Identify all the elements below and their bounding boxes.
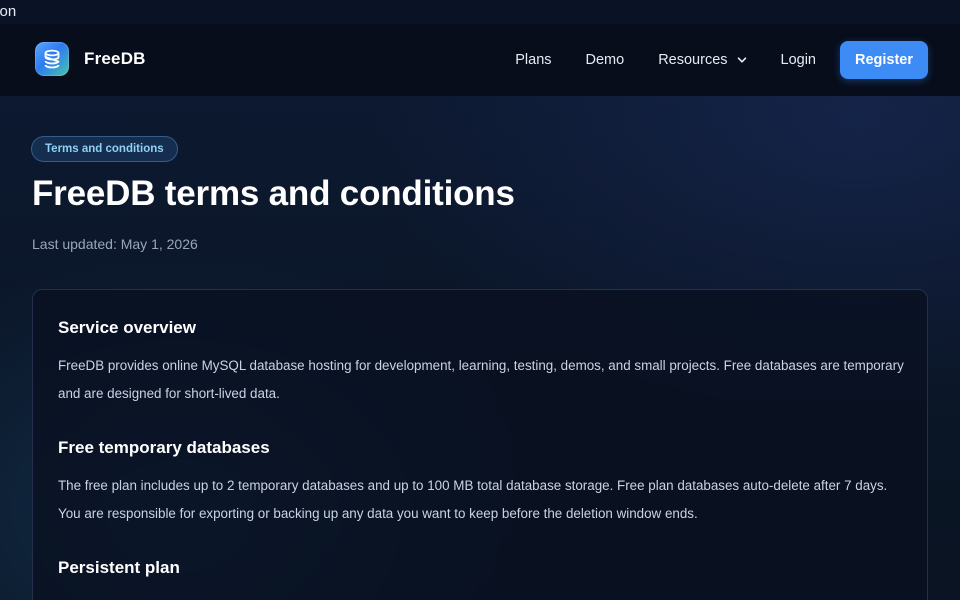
register-button[interactable]: Register	[840, 41, 928, 79]
brand-name: FreeDB	[84, 49, 146, 68]
page: tion FreeDB Plans Demo Resources	[0, 0, 960, 600]
section-body: The free plan includes up to 2 temporary…	[58, 478, 888, 521]
section-service-overview: Service overview FreeDB provides online …	[58, 318, 908, 408]
terms-card: Service overview FreeDB provides online …	[32, 289, 928, 600]
section-body: FreeDB provides online MySQL database ho…	[58, 358, 904, 401]
section-heading: Free temporary databases	[58, 438, 270, 457]
terms-badge: Terms and conditions	[31, 136, 178, 162]
section-heading: Service overview	[58, 318, 196, 337]
nav-demo[interactable]: Demo	[586, 52, 625, 68]
browser-title-fragment: tion	[0, 0, 960, 24]
section-persistent-plan: Persistent plan	[58, 558, 908, 592]
last-updated: Last updated: May 1, 2026	[32, 236, 198, 252]
nav-plans[interactable]: Plans	[515, 52, 551, 68]
section-heading: Persistent plan	[58, 558, 180, 577]
browser-title-text: tion	[0, 3, 17, 20]
main-nav: Plans Demo Resources Login	[515, 24, 816, 96]
nav-resources[interactable]: Resources	[658, 52, 746, 68]
page-title: FreeDB terms and conditions	[32, 174, 515, 213]
brand-link[interactable]: FreeDB	[35, 42, 146, 76]
navbar: FreeDB Plans Demo Resources Login Regist…	[0, 24, 960, 96]
database-stack-icon	[35, 42, 69, 76]
chevron-down-icon	[737, 57, 746, 63]
nav-resources-label: Resources	[658, 52, 728, 68]
nav-login[interactable]: Login	[781, 52, 816, 68]
section-free-temporary-databases: Free temporary databases The free plan i…	[58, 438, 908, 528]
